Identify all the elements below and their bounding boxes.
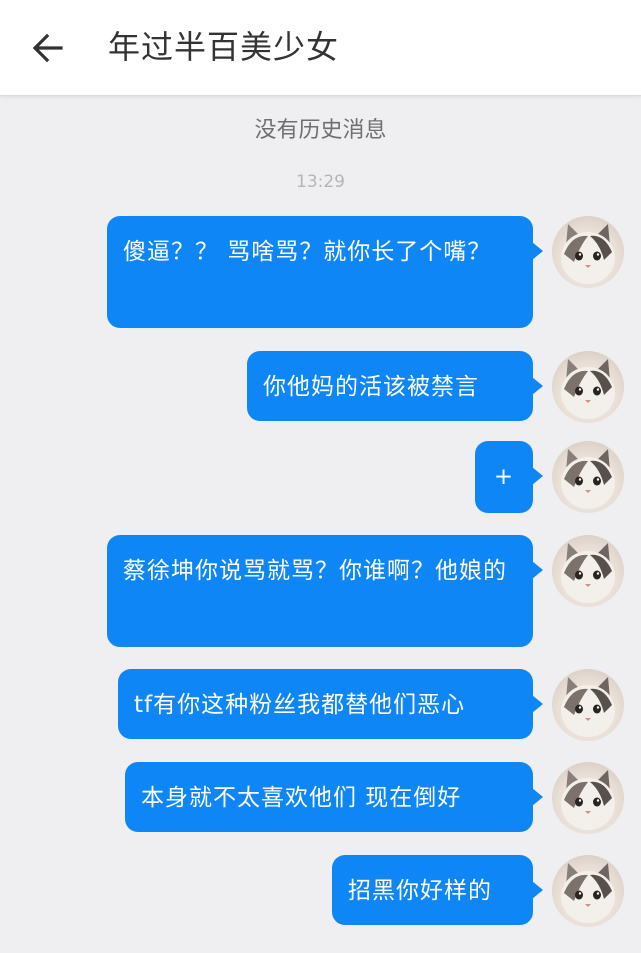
avatar[interactable]	[552, 669, 624, 741]
cat-avatar-icon	[561, 863, 615, 923]
avatar[interactable]	[552, 855, 624, 927]
message-bubble[interactable]: 蔡徐坤你说骂就骂？你谁啊？他娘的	[107, 535, 543, 647]
cat-avatar-icon	[561, 224, 615, 284]
back-button[interactable]	[22, 22, 74, 74]
arrow-left-icon	[32, 33, 63, 63]
top-bar: 年过半百美少女	[0, 0, 641, 96]
cat-avatar-icon	[561, 770, 615, 830]
message-timestamp: 13:29	[296, 172, 345, 192]
message-bubble[interactable]: +	[475, 441, 543, 513]
message-bubble[interactable]: 傻逼？？ 骂啥骂？就你长了个嘴？	[107, 216, 543, 328]
cat-avatar-icon	[561, 677, 615, 737]
avatar[interactable]	[552, 535, 624, 607]
avatar[interactable]	[552, 216, 624, 288]
avatar[interactable]	[552, 762, 624, 834]
message-bubble[interactable]: 招黑你好样的	[332, 855, 543, 925]
cat-avatar-icon	[561, 449, 615, 509]
chat-title: 年过半百美少女	[108, 28, 340, 66]
message-bubble[interactable]: tf有你这种粉丝我都替他们恶心	[118, 669, 543, 739]
message-bubble[interactable]: 本身就不太喜欢他们 现在倒好	[125, 762, 543, 832]
message-bubble[interactable]: 你他妈的活该被禁言	[247, 351, 543, 421]
avatar[interactable]	[552, 351, 624, 423]
no-history-notice: 没有历史消息	[254, 118, 387, 143]
cat-avatar-icon	[561, 543, 615, 603]
cat-avatar-icon	[561, 359, 615, 419]
avatar[interactable]	[552, 441, 624, 513]
